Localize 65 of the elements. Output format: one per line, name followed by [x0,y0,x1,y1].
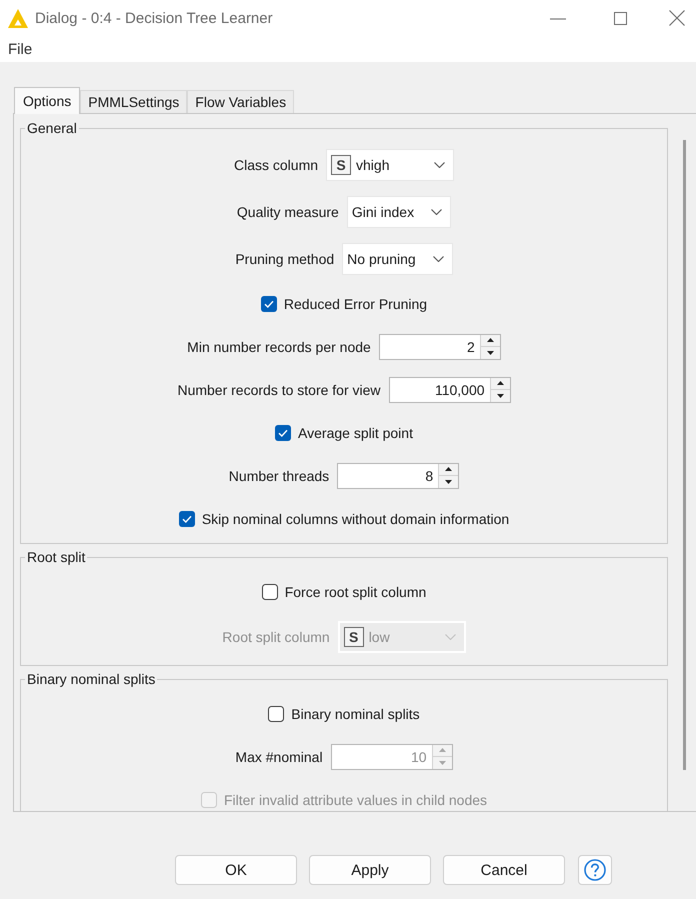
chevron-down-icon [444,634,456,640]
number-spinner[interactable]: 110,000 [388,376,511,402]
group-title: General [26,120,78,137]
number-spinner[interactable]: 8 [337,462,460,488]
minimize-icon[interactable] [550,18,566,20]
tab[interactable]: Flow Variables [187,90,294,113]
help-button[interactable] [578,855,612,885]
field-label: Number threads [228,468,330,484]
number-spinner[interactable]: 2 [378,334,501,360]
checkbox-label[interactable]: Force root split column [284,584,426,600]
caret-down-icon [438,760,446,765]
window-title: Dialog - 0:4 - Decision Tree Learner [35,10,273,26]
chevron-down-icon [432,256,444,262]
checkbox-label[interactable]: Skip nominal columns without domain information [202,510,510,526]
tab[interactable]: Options [14,87,80,114]
checkbox-label[interactable]: Reduced Error Pruning [284,296,428,312]
chevron-down-icon [431,208,442,214]
spin-up-button[interactable] [490,378,510,389]
column-type-badge: S [344,626,364,646]
number-field[interactable]: 8 [338,464,438,488]
checkbox[interactable] [268,706,284,722]
field-label: Pruning method [235,250,334,266]
spin-up-button[interactable] [480,334,500,346]
chevron-down-icon [434,162,446,168]
caret-down-icon [496,394,504,398]
caret-up-icon [445,467,452,472]
checkbox-label[interactable]: Binary nominal splits [291,706,420,722]
spin-down-button[interactable] [490,389,510,402]
caret-up-icon [438,748,446,752]
menu-item[interactable]: File [8,40,32,58]
caret-up-icon [486,338,494,342]
triangle-icon [8,8,28,28]
checkbox[interactable] [262,584,278,600]
field-label: Quality measure [236,204,339,220]
checkbox[interactable] [178,510,195,526]
dialog-button[interactable]: OK [175,855,297,885]
field-label: Min number records per node [187,338,371,354]
dropdown[interactable]: No pruning [342,242,453,274]
checkbox-label[interactable]: Average split point [298,424,413,440]
help-icon [584,859,606,881]
spin-down-button[interactable] [480,346,500,358]
dropdown[interactable]: S vhigh [326,148,454,180]
spin-down-button[interactable] [438,475,458,488]
dropdown[interactable]: Gini index [346,196,452,228]
dialog-button[interactable]: Apply [309,855,431,885]
tab[interactable]: PMMLSettings [80,90,188,113]
field-label: Max #nominal [235,748,323,764]
caret-down-icon [486,350,494,355]
dialog-button[interactable]: Cancel [443,855,565,885]
checkbox[interactable] [275,424,292,440]
spin-up-button[interactable] [438,464,458,475]
group-title: Binary nominal splits [26,671,156,688]
maximize-icon[interactable] [614,12,627,24]
caret-up-icon [496,381,504,386]
group-title: Root split [26,549,86,566]
field-label: Class column [234,156,318,172]
close-icon[interactable] [669,10,685,26]
checkbox[interactable] [260,296,277,312]
number-field[interactable]: 110,000 [390,378,490,402]
column-type-badge: S [331,154,352,174]
scrollbar-thumb[interactable] [683,140,686,770]
number-field[interactable]: 2 [380,334,480,358]
field-label: Root split column [222,628,330,644]
field-label: Number records to store for view [177,382,381,398]
caret-down-icon [445,480,452,484]
